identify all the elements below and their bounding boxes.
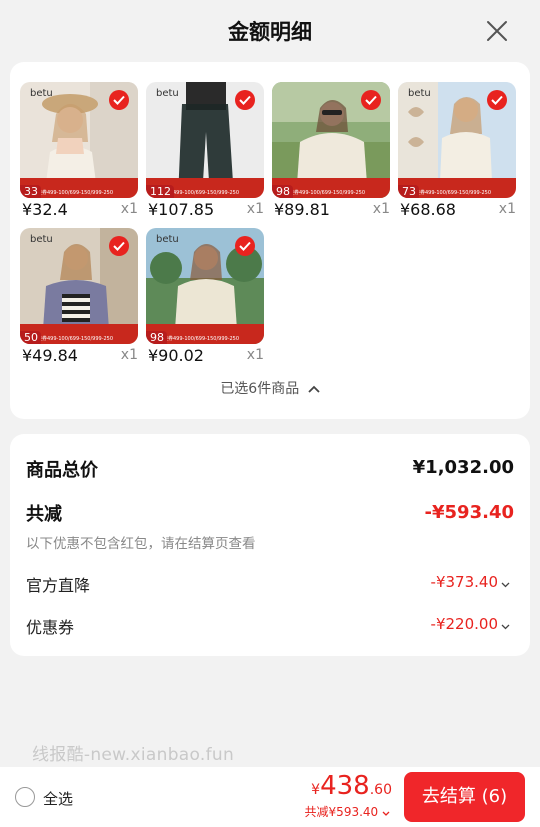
brand-label: betu <box>156 234 179 245</box>
official-discount-amount: -¥373.40 <box>430 573 498 591</box>
brand-label: betu <box>156 88 179 99</box>
product-price: ¥90.02 <box>148 346 204 365</box>
saved-amount: 共减¥593.40 <box>304 805 379 819</box>
checked-icon[interactable] <box>487 90 507 110</box>
promo-price-tag: 112 <box>146 185 174 198</box>
product-price: ¥49.84 <box>22 346 78 365</box>
official-discount-label: 官方直降 <box>26 576 91 595</box>
chevron-up-icon <box>308 381 320 397</box>
product-qty: x1 <box>246 347 264 363</box>
select-all-label[interactable]: 全选 <box>43 788 73 809</box>
product-image[interactable]: betu 品类券499-100/699-150/999-250 112 <box>146 82 264 198</box>
checked-icon[interactable] <box>361 90 381 110</box>
watermark: 线报酷-new.xianbao.fun <box>32 745 235 765</box>
product-item[interactable]: betu 品类券499-100/699-150/999-250 98 ¥90.0… <box>146 228 264 368</box>
brand-label: betu <box>30 88 53 99</box>
product-item[interactable]: betu 品类券499-100/699-150/999-250 112 ¥107… <box>146 82 264 222</box>
chevron-down-icon <box>382 811 390 816</box>
chevron-down-icon <box>501 616 510 634</box>
bottom-checkout-bar: 全选 ¥438.60 共减¥593.40 去结算 (6) <box>0 767 540 827</box>
product-image[interactable]: betu 品类券499-100/699-150/999-250 50 <box>20 228 138 344</box>
product-qty: x1 <box>372 201 390 217</box>
brand-label: betu <box>408 88 431 99</box>
brand-label: betu <box>30 234 53 245</box>
amount-integer: 438 <box>320 771 370 801</box>
price-breakdown-card: 商品总价 ¥1,032.00 共减 -¥593.40 以下优惠不包含红包，请在结… <box>10 434 530 656</box>
promo-price-tag: 98 <box>272 185 293 198</box>
product-price: ¥89.81 <box>274 200 330 219</box>
amount-decimal: .60 <box>369 782 392 798</box>
chevron-down-icon <box>501 574 510 592</box>
page-title: 金额明细 <box>228 20 312 44</box>
product-item[interactable]: betu 品类券499-100/699-150/999-250 33 ¥32.4… <box>20 82 138 222</box>
total-value: ¥1,032.00 <box>412 457 514 478</box>
product-item[interactable]: 品类券499-100/699-150/999-250 98 ¥89.81 x1 <box>272 82 390 222</box>
product-price: ¥107.85 <box>148 200 215 219</box>
product-image[interactable]: betu 品类券499-100/699-150/999-250 33 <box>20 82 138 198</box>
discount-value: -¥593.40 <box>424 502 514 523</box>
product-item[interactable]: betu 品类券499-100/699-150/999-250 73 ¥68.6… <box>398 82 516 222</box>
product-price: ¥32.4 <box>22 200 68 219</box>
checked-icon[interactable] <box>235 236 255 256</box>
close-icon[interactable] <box>484 18 510 44</box>
discount-note: 以下优惠不包含红包，请在结算页查看 <box>26 536 256 552</box>
discount-label: 共减 <box>26 504 62 525</box>
selected-count-label: 已选6件商品 <box>220 381 300 397</box>
promo-price-tag: 50 <box>20 331 41 344</box>
saved-amount-toggle[interactable]: 共减¥593.40 <box>305 803 390 820</box>
total-label: 商品总价 <box>26 460 98 481</box>
selected-count-toggle[interactable]: 已选6件商品 <box>10 378 530 398</box>
promo-price-tag: 73 <box>398 185 419 198</box>
official-discount-value[interactable]: -¥373.40 <box>431 573 510 592</box>
checkout-button[interactable]: 去结算 (6) <box>404 772 525 822</box>
product-image[interactable]: 品类券499-100/699-150/999-250 98 <box>272 82 390 198</box>
coupon-value[interactable]: -¥220.00 <box>431 615 510 634</box>
promo-price-tag: 98 <box>146 331 167 344</box>
sheet-header: 金额明细 <box>0 0 540 62</box>
product-qty: x1 <box>498 201 516 217</box>
product-price: ¥68.68 <box>400 200 456 219</box>
checked-icon[interactable] <box>235 90 255 110</box>
product-qty: x1 <box>246 201 264 217</box>
product-item[interactable]: betu 品类券499-100/699-150/999-250 50 ¥49.8… <box>20 228 138 368</box>
select-all-radio[interactable] <box>15 787 35 807</box>
product-image[interactable]: betu 品类券499-100/699-150/999-250 98 <box>146 228 264 344</box>
product-qty: x1 <box>120 201 138 217</box>
checked-icon[interactable] <box>109 90 129 110</box>
coupon-amount: -¥220.00 <box>430 615 498 633</box>
coupon-label: 优惠券 <box>26 618 75 637</box>
currency-symbol: ¥ <box>311 782 321 798</box>
selected-products-card: betu 品类券499-100/699-150/999-250 33 ¥32.4… <box>10 62 530 419</box>
payable-amount: ¥438.60 <box>311 771 392 801</box>
promo-price-tag: 33 <box>20 185 41 198</box>
product-qty: x1 <box>120 347 138 363</box>
product-image[interactable]: betu 品类券499-100/699-150/999-250 73 <box>398 82 516 198</box>
checked-icon[interactable] <box>109 236 129 256</box>
